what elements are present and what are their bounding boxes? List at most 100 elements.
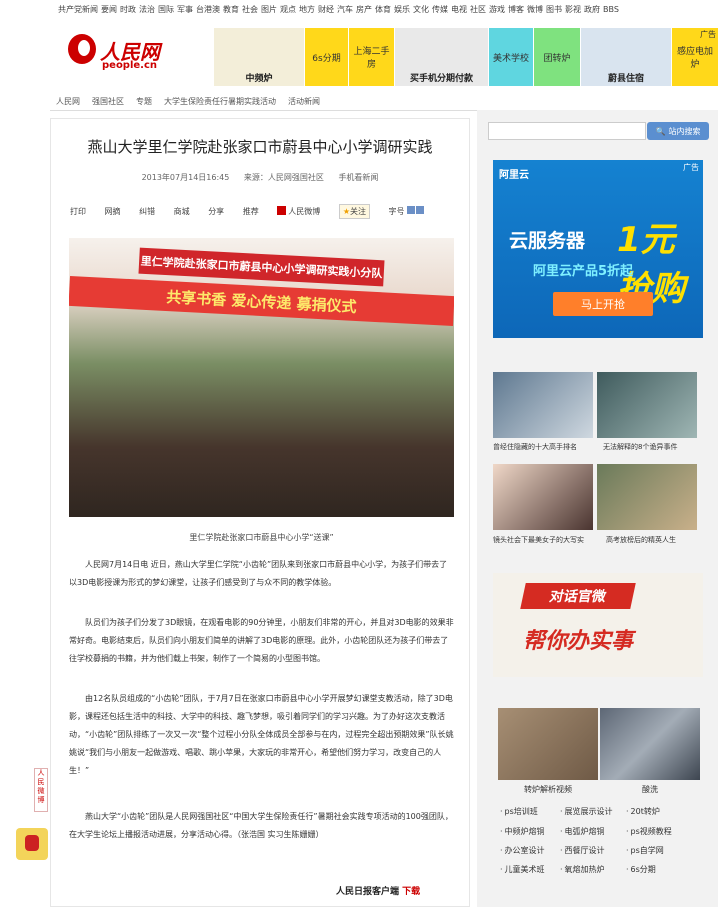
follow-button[interactable]: ★关注 — [338, 204, 370, 219]
aliyun-ad[interactable]: 阿里云 广告 云服务器 1元抢购 阿里云产品5折起 马上开抢 — [493, 160, 703, 338]
ad-badge: 广告 — [683, 163, 699, 172]
promo-caption[interactable]: 酸洗 — [600, 784, 700, 795]
weibo-button[interactable]: 人民微博 — [277, 206, 320, 217]
top-nav-item[interactable]: 共产党新闻 — [58, 5, 98, 14]
side-weibo-share[interactable]: 人民微博 — [34, 768, 48, 812]
top-nav-item[interactable]: BBS — [603, 5, 619, 14]
ad-tile-5[interactable]: 美术学校 — [489, 28, 533, 86]
top-nav-item[interactable]: 社区 — [470, 5, 486, 14]
bookmark-button[interactable]: 网摘 — [105, 206, 121, 217]
app-name: 人民日报客户端 — [336, 887, 400, 897]
weibo-service-ad[interactable]: 对话官微 帮你办实事 — [493, 573, 703, 677]
top-nav-item[interactable]: 汽车 — [337, 5, 353, 14]
thumb-2[interactable] — [597, 372, 697, 438]
top-nav-item[interactable]: 图书 — [546, 5, 562, 14]
promo-caption[interactable]: 转炉解析视频 — [498, 784, 598, 795]
thumb-4[interactable] — [597, 464, 697, 530]
link-item[interactable]: 电弧炉熔铜 — [560, 826, 605, 837]
top-nav-item[interactable]: 体育 — [375, 5, 391, 14]
recommend-button[interactable]: 推荐 — [243, 206, 259, 217]
ad-label: 团转炉 — [543, 53, 571, 64]
link-item[interactable]: 办公室设计 — [500, 845, 545, 856]
top-nav-item[interactable]: 军事 — [177, 5, 193, 14]
font-decrease-icon[interactable] — [415, 206, 424, 214]
link-item[interactable]: 中频炉熔铜 — [500, 826, 545, 837]
article-date: 2013年07月14日16:45 — [141, 173, 230, 182]
aliyun-discount: 阿里云产品5折起 — [533, 264, 634, 279]
top-nav-item[interactable]: 要闻 — [101, 5, 117, 14]
ad-label: 中频炉 — [245, 74, 273, 84]
aliyun-brand: 阿里云 — [499, 170, 529, 181]
font-increase-icon[interactable] — [406, 206, 415, 214]
ad-badge: 广告 — [700, 30, 716, 39]
thumb-1[interactable] — [493, 372, 593, 438]
aliyun-cta-button[interactable]: 马上开抢 — [553, 292, 653, 316]
link-item[interactable]: ps培训班 — [500, 806, 538, 817]
ad-tile-6[interactable]: 团转炉 — [534, 28, 580, 86]
top-nav-item[interactable]: 教育 — [223, 5, 239, 14]
top-nav-item[interactable]: 财经 — [318, 5, 334, 14]
top-nav-item[interactable]: 博客 — [508, 5, 524, 14]
ad-tile-8[interactable]: 广告 感应电加炉 — [672, 28, 718, 86]
link-item[interactable]: ps视频教程 — [626, 826, 672, 837]
share-button[interactable]: 分享 — [208, 206, 224, 217]
top-nav-item[interactable]: 传媒 — [432, 5, 448, 14]
people-logo[interactable]: 人民网 people.cn — [68, 34, 178, 78]
thumb-caption[interactable]: 曾经住隐藏的十大高手排名 — [493, 442, 597, 452]
link-item[interactable]: ps自学网 — [626, 845, 664, 856]
thumb-caption[interactable]: 镜头社会下最美女子的大写实 — [493, 535, 597, 545]
breadcrumb-item[interactable]: 强国社区 — [92, 97, 124, 106]
breadcrumb-item[interactable]: 专题 — [136, 97, 152, 106]
thumb-caption[interactable]: 高考放榜后的精英人生 — [606, 535, 710, 545]
ad-tile-4[interactable]: 买手机分期付款 — [395, 28, 488, 86]
top-nav-item[interactable]: 娱乐 — [394, 5, 410, 14]
link-item[interactable]: 20t转炉 — [626, 806, 660, 817]
weibo-icon — [277, 206, 287, 215]
promo-image-1[interactable] — [498, 708, 598, 780]
top-nav-item[interactable]: 观点 — [280, 5, 296, 14]
link-item[interactable]: 6s分期 — [626, 864, 656, 875]
photo-banner-main: 共享书香 爱心传递 募捐仪式 — [69, 275, 454, 327]
aliyun-headline: 云服务器 — [509, 230, 586, 252]
link-item[interactable]: 氧熔加热炉 — [560, 864, 605, 875]
top-nav-item[interactable]: 房产 — [356, 5, 372, 14]
breadcrumb-item[interactable]: 人民网 — [56, 97, 80, 106]
print-button[interactable]: 打印 — [70, 206, 86, 217]
breadcrumb-item[interactable]: 大学生保险责任行暑期实践活动 — [164, 97, 276, 106]
report-error-button[interactable]: 纠错 — [139, 206, 155, 217]
breadcrumb: 人民网 强国社区 专题 大学生保险责任行暑期实践活动 活动新闻 — [56, 96, 716, 107]
ad-tile-2[interactable]: 6s分期 — [305, 28, 348, 86]
top-nav-item[interactable]: 文化 — [413, 5, 429, 14]
top-nav-item[interactable]: 时政 — [120, 5, 136, 14]
gift-icon[interactable] — [16, 828, 48, 860]
top-nav-item[interactable]: 游戏 — [489, 5, 505, 14]
link-item[interactable]: 西餐厅设计 — [560, 845, 605, 856]
top-nav-item[interactable]: 政府 — [584, 5, 600, 14]
top-nav-item[interactable]: 台港澳 — [196, 5, 220, 14]
search-input[interactable] — [488, 122, 646, 140]
top-nav-item[interactable]: 社会 — [242, 5, 258, 14]
search-icon: 🔍 — [655, 126, 666, 136]
top-nav-item[interactable]: 地方 — [299, 5, 315, 14]
mobile-news-link[interactable]: 手机看新闻 — [338, 173, 378, 182]
top-nav-item[interactable]: 图片 — [261, 5, 277, 14]
ad-tile-3[interactable]: 上海二手房 — [349, 28, 394, 86]
top-nav-item[interactable]: 微博 — [527, 5, 543, 14]
top-nav-item[interactable]: 法治 — [139, 5, 155, 14]
breadcrumb-item[interactable]: 活动新闻 — [288, 97, 320, 106]
ad-tile-7[interactable]: 蔚县住宿 — [581, 28, 671, 86]
font-size-control[interactable]: 字号 — [389, 206, 424, 217]
ad-tile-1[interactable]: 中频炉 — [214, 28, 304, 86]
link-item[interactable]: 展览展示设计 — [560, 806, 613, 817]
top-nav-item[interactable]: 电视 — [451, 5, 467, 14]
follow-label: 关注 — [350, 207, 366, 216]
search-button[interactable]: 🔍 站内搜索 — [647, 122, 709, 140]
thumb-3[interactable] — [493, 464, 593, 530]
link-item[interactable]: 儿童美术班 — [500, 864, 545, 875]
promo-image-2[interactable] — [600, 708, 700, 780]
thumb-caption[interactable]: 无法解释的8个诡异事件 — [603, 442, 707, 452]
top-nav-item[interactable]: 影视 — [565, 5, 581, 14]
top-nav-item[interactable]: 国际 — [158, 5, 174, 14]
app-download-link[interactable]: 人民日报客户端 下载 — [336, 884, 420, 897]
mall-button[interactable]: 商城 — [174, 206, 190, 217]
